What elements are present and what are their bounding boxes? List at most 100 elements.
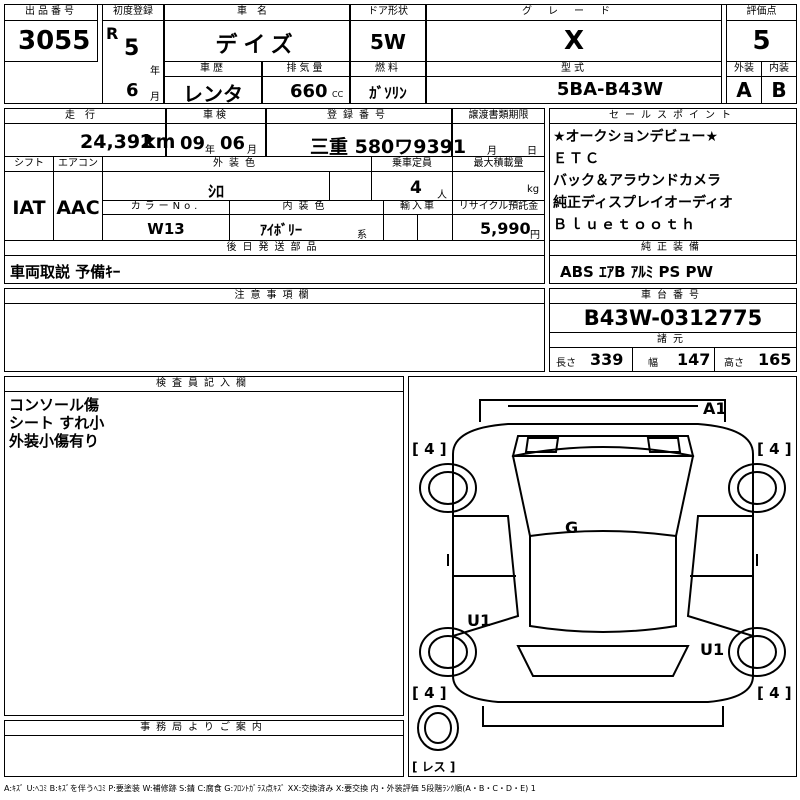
score-value: 5: [752, 26, 771, 56]
damage-mark-u1-left: U1: [467, 611, 492, 630]
chassis-value: B43W-0312775: [583, 306, 763, 330]
tire-tread-fr: [ 4 ]: [757, 440, 792, 458]
office-label: 事務局よりご案内: [140, 722, 268, 733]
reg-no-label: 登録番号: [327, 110, 391, 121]
sales-point: バック＆アラウンドカメラ: [553, 173, 721, 189]
import-label: 輸入車: [400, 201, 436, 212]
model-value: 5BA-B43W: [556, 79, 664, 100]
width-value: 147: [677, 350, 711, 369]
height-value: 165: [758, 350, 792, 369]
color-no-label: カラーNo.: [130, 201, 202, 212]
inspector-notes: コンソール傷 シート すれ小 外装小傷有り: [9, 394, 105, 450]
sales-point: 純正ディスプレイオーディオ: [553, 195, 734, 211]
capacity-unit: 人: [437, 190, 447, 201]
spare-tire-label: [ レス ]: [412, 760, 456, 774]
recycle-unit: 円: [530, 230, 540, 241]
capacity-label: 乗車定員: [392, 158, 432, 169]
insp-month: 06: [220, 133, 246, 154]
tire-tread-rl: [ 4 ]: [412, 684, 447, 702]
exterior-score: A: [736, 78, 752, 102]
inspector-note: シート すれ小: [9, 414, 105, 432]
history-value: レンタ: [183, 82, 243, 106]
width-label: 幅: [648, 358, 658, 369]
damage-mark-g: G: [565, 518, 579, 537]
inspector-label: 検査員記入欄: [156, 378, 252, 389]
insp-month-unit: 月: [247, 145, 257, 156]
car-name-label: 車名: [237, 6, 277, 17]
tire-tread-value: 4: [424, 684, 435, 702]
max-load-unit: kg: [527, 184, 540, 195]
door-label: ドア形状: [368, 6, 408, 17]
reg-year: 5: [124, 36, 140, 61]
shift-label: シフト: [14, 158, 44, 169]
tire-tread-rr: [ 4 ]: [757, 684, 792, 702]
shift-value: IAT: [12, 197, 46, 219]
aircon-label: エアコン: [58, 158, 98, 169]
inspector-note: コンソール傷: [9, 396, 100, 414]
int-color-unit: 系: [357, 230, 367, 241]
score-label: 評価点: [746, 6, 777, 17]
ext-color-extra-cell: [329, 171, 372, 201]
ext-color-label: 外装色: [213, 158, 261, 169]
lot-label: 出品番号: [25, 6, 77, 17]
car-diagram-drawing: [417, 399, 786, 751]
tire-tread-fl: [ 4 ]: [412, 440, 447, 458]
int-color-label: 内装色: [282, 201, 331, 212]
reg-month: 6: [126, 80, 139, 101]
recycle-label: リサイクル預託金: [458, 201, 539, 212]
tire-tread-value: 4: [424, 440, 435, 458]
car-name-value: デイズ: [215, 33, 299, 58]
int-color-value: ｱｲﾎﾞﾘｰ: [260, 223, 302, 239]
model-label: 型式: [561, 63, 587, 74]
displacement-label: 排気量: [286, 63, 326, 74]
transfer-label: 譲渡書類期限: [468, 110, 529, 121]
sales-point: Ｂｌｕｅｔｏｏｔｈ: [553, 217, 697, 233]
inspector-note: 外装小傷有り: [9, 432, 100, 450]
reg-no-value: 三重 580ワ9391: [310, 136, 467, 158]
tire-tread-value: 4: [769, 440, 780, 458]
history-label: 車歴: [200, 63, 226, 74]
import-cell-2: [417, 214, 453, 241]
chassis-label: 車台番号: [641, 290, 705, 301]
import-cell-1: [383, 214, 418, 241]
displacement-value: 660: [290, 81, 328, 102]
interior-label: 内装: [769, 63, 789, 74]
transfer-month-unit: 月: [487, 146, 497, 157]
notes-label: 注意事項欄: [234, 290, 315, 301]
std-equip-label: 純正装備: [641, 242, 705, 253]
damage-mark-a1: A1: [703, 399, 727, 418]
dimensions-label: 諸元: [657, 334, 689, 345]
mileage-label: 走行: [65, 110, 105, 121]
sales-point: ＥＴＣ: [553, 151, 601, 167]
legend: A:ｷｽﾞ U:ﾍｺﾐ B:ｷｽﾞを伴うﾍｺﾐ P:要塗装 W:補修跡 S:錆 …: [4, 784, 536, 793]
length-label: 長さ: [556, 358, 576, 369]
transfer-day-unit: 日: [527, 146, 537, 157]
length-value: 339: [590, 350, 624, 369]
ext-color-value: ｼﾛ: [207, 182, 224, 201]
lot-number: 3055: [18, 26, 91, 56]
later-parts-value: 車両取説 予備ｷｰ: [10, 263, 121, 281]
fuel-label: 燃料: [375, 63, 401, 74]
later-parts-label: 後日発送部品: [226, 242, 323, 253]
aircon-value: AAC: [56, 197, 100, 219]
grade-value: X: [563, 26, 585, 56]
tire-tread-value: 4: [769, 684, 780, 702]
door-value: 5W: [370, 30, 406, 54]
insp-year: 09: [180, 133, 206, 154]
inspection-label: 車検: [203, 110, 229, 121]
recycle-value: 5,990: [480, 219, 531, 238]
capacity-value: 4: [410, 178, 422, 198]
height-label: 高さ: [724, 358, 744, 369]
first-reg-label: 初度登録: [113, 6, 153, 17]
color-no-value: W13: [147, 220, 185, 238]
max-load-label: 最大積載量: [473, 158, 524, 169]
era-mark: R: [106, 24, 119, 43]
damage-mark-u1-right: U1: [700, 640, 725, 659]
fuel-value: ｶﾞｿﾘﾝ: [369, 84, 407, 102]
sales-points-label: セールスポイント: [609, 110, 737, 121]
exterior-label: 外装: [734, 63, 754, 74]
year-unit: 年: [150, 66, 160, 77]
month-unit: 月: [150, 92, 160, 103]
interior-score: B: [771, 78, 787, 102]
cc-unit: CC: [332, 90, 344, 99]
